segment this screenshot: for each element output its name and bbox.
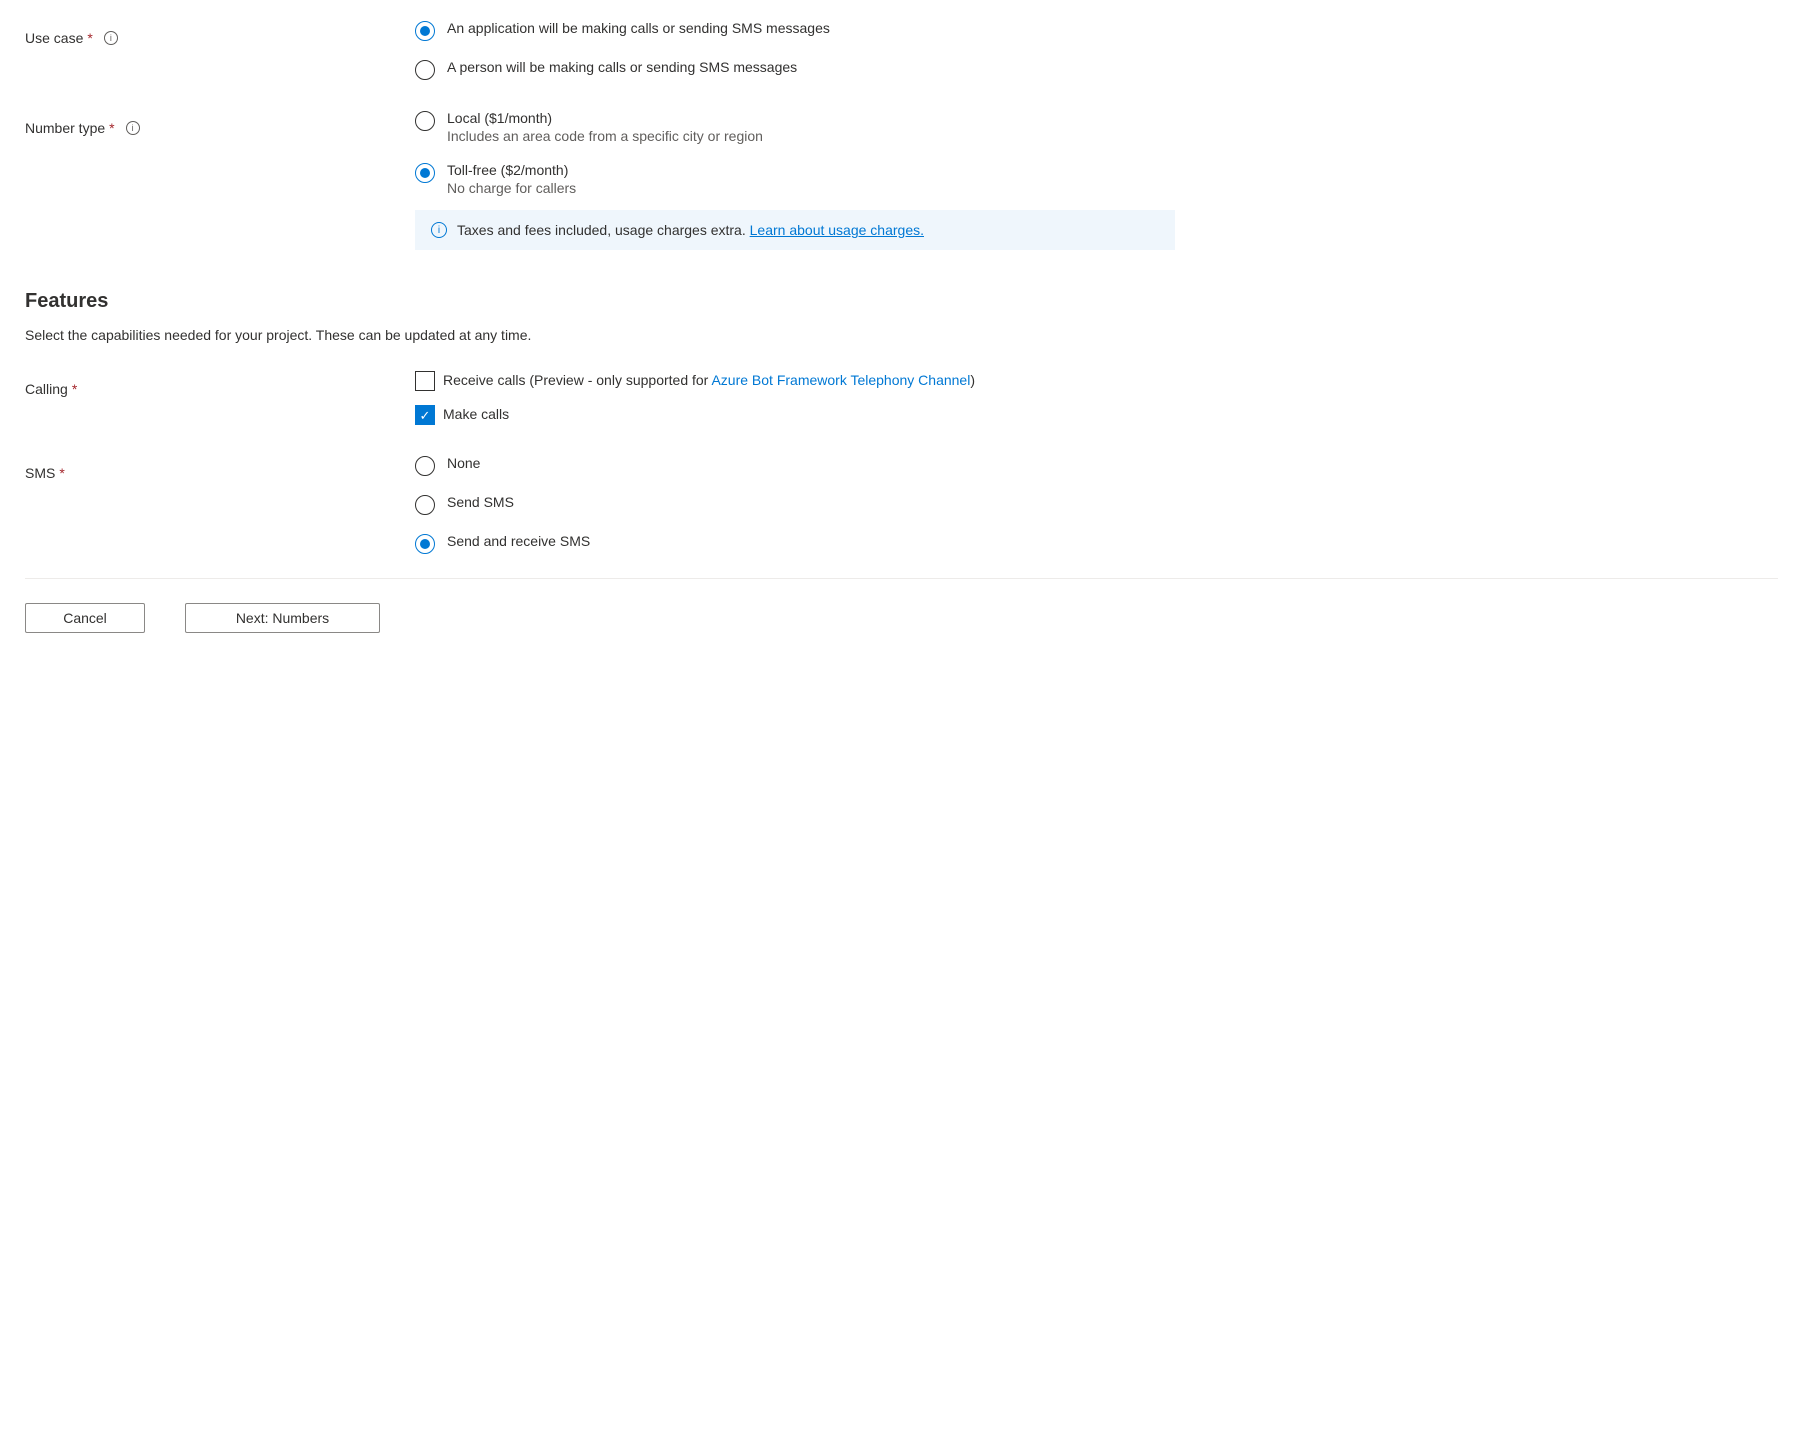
required-indicator: * — [72, 381, 77, 397]
number-type-tollfree-radio[interactable]: Toll-free ($2/month) No charge for calle… — [415, 162, 1778, 196]
usage-charges-info-box: i Taxes and fees included, usage charges… — [415, 210, 1175, 250]
make-calls-checkbox[interactable]: ✓ Make calls — [415, 405, 1778, 425]
number-type-local-radio[interactable]: Local ($1/month) Includes an area code f… — [415, 110, 1778, 144]
azure-bot-framework-link[interactable]: Azure Bot Framework Telephony Channel — [711, 372, 970, 388]
learn-usage-charges-link[interactable]: Learn about usage charges. — [750, 222, 924, 238]
number-type-label: Number type * i — [25, 110, 415, 136]
required-indicator: * — [87, 30, 92, 46]
sms-label: SMS * — [25, 455, 415, 481]
use-case-person-radio[interactable]: A person will be making calls or sending… — [415, 59, 1778, 80]
sms-send-radio[interactable]: Send SMS — [415, 494, 1778, 515]
features-heading: Features — [25, 290, 1778, 313]
radio-unselected-icon — [415, 456, 435, 476]
use-case-application-radio[interactable]: An application will be making calls or s… — [415, 20, 1778, 41]
radio-selected-icon — [415, 21, 435, 41]
receive-calls-checkbox[interactable]: Receive calls (Preview - only supported … — [415, 371, 1778, 391]
divider — [25, 578, 1778, 579]
radio-unselected-icon — [415, 495, 435, 515]
next-numbers-button[interactable]: Next: Numbers — [185, 603, 380, 633]
sms-none-radio[interactable]: None — [415, 455, 1778, 476]
radio-selected-icon — [415, 534, 435, 554]
radio-unselected-icon — [415, 60, 435, 80]
radio-selected-icon — [415, 163, 435, 183]
cancel-button[interactable]: Cancel — [25, 603, 145, 633]
info-icon[interactable]: i — [126, 121, 140, 135]
required-indicator: * — [109, 120, 114, 136]
sms-send-receive-radio[interactable]: Send and receive SMS — [415, 533, 1778, 554]
features-description: Select the capabilities needed for your … — [25, 327, 1778, 343]
checkbox-checked-icon: ✓ — [415, 405, 435, 425]
info-icon: i — [431, 222, 447, 238]
calling-label: Calling * — [25, 371, 415, 397]
required-indicator: * — [59, 465, 64, 481]
checkbox-unchecked-icon — [415, 371, 435, 391]
info-icon[interactable]: i — [104, 31, 118, 45]
use-case-label: Use case * i — [25, 20, 415, 46]
radio-unselected-icon — [415, 111, 435, 131]
